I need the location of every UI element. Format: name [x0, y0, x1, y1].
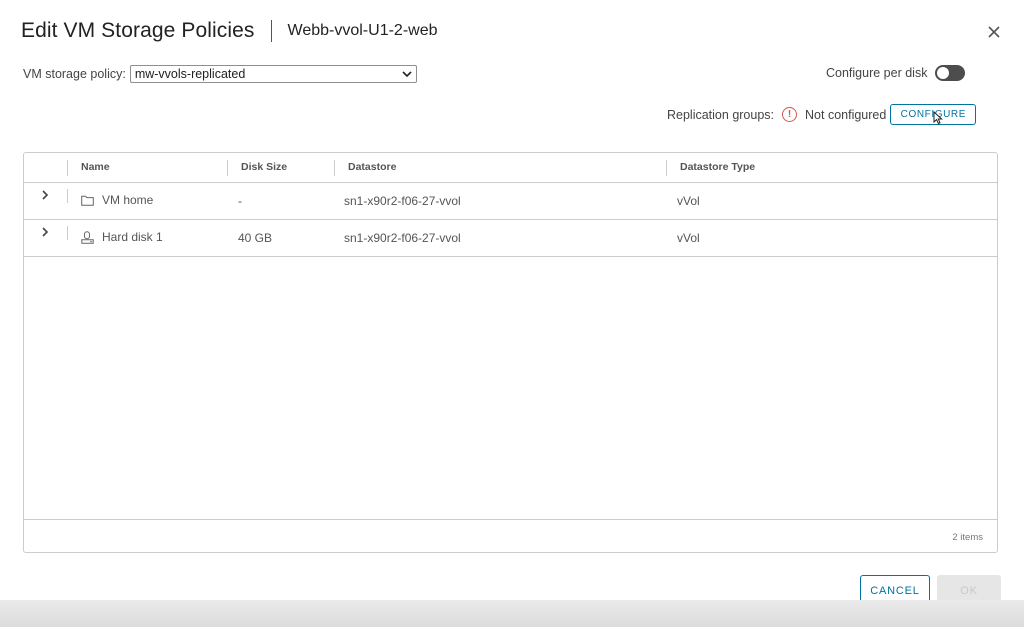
column-header-datastore-type[interactable]: Datastore Type [680, 161, 755, 173]
chevron-right-icon[interactable] [38, 225, 52, 239]
vm-name: Webb-vvol-U1-2-web [287, 22, 438, 39]
column-header-name[interactable]: Name [81, 161, 110, 173]
column-separator [67, 160, 68, 176]
close-button[interactable] [984, 22, 1004, 42]
column-header-disk-size[interactable]: Disk Size [241, 161, 287, 173]
row-disk-size: - [238, 194, 242, 208]
row-separator [67, 226, 68, 240]
storage-policy-select[interactable]: mw-vvols-replicated [129, 65, 417, 83]
items-count: 2 items [952, 532, 983, 543]
column-separator[interactable] [666, 160, 667, 176]
replication-status: Not configured [805, 107, 887, 122]
configure-button[interactable]: CONFIGURE [890, 104, 977, 125]
dialog-header: Edit VM Storage Policies Webb-vvol-U1-2-… [21, 16, 438, 46]
folder-icon [81, 195, 94, 206]
close-icon [988, 26, 1000, 38]
table-row: VM home - sn1-x90r2-f06-27-vvol vVol [24, 183, 997, 220]
row-name: Hard disk 1 [102, 230, 163, 244]
configure-per-disk-label: Configure per disk [826, 66, 928, 80]
disks-datagrid: Name Disk Size Datastore Datastore Type … [23, 152, 998, 553]
column-separator[interactable] [334, 160, 335, 176]
replication-groups-label: Replication groups: [667, 107, 775, 122]
chevron-right-icon[interactable] [38, 188, 52, 202]
storage-policy-row: VM storage policy: mw-vvols-replicated [23, 65, 417, 83]
configure-per-disk-row: Configure per disk [826, 65, 966, 81]
mouse-cursor-icon [933, 111, 944, 125]
window-bottom-edge [0, 600, 1024, 627]
edit-vm-storage-policies-dialog: Edit VM Storage Policies Webb-vvol-U1-2-… [0, 0, 1024, 606]
row-datastore-type: vVol [677, 231, 700, 245]
row-name: VM home [102, 193, 154, 207]
row-datastore: sn1-x90r2-f06-27-vvol [344, 231, 461, 245]
toggle-knob [937, 67, 950, 79]
row-name-cell: Hard disk 1 [81, 230, 163, 244]
column-header-datastore[interactable]: Datastore [348, 161, 396, 173]
ok-button-label: OK [960, 584, 978, 597]
cancel-button-label: CANCEL [870, 584, 920, 597]
chevron-down-icon [402, 70, 412, 77]
datagrid-header: Name Disk Size Datastore Datastore Type [24, 153, 997, 183]
row-datastore-type: vVol [677, 194, 700, 208]
table-row: Hard disk 1 40 GB sn1-x90r2-f06-27-vvol … [24, 220, 997, 257]
datagrid-footer: 2 items [24, 519, 997, 553]
storage-policy-label: VM storage policy: [23, 67, 126, 81]
title-divider [270, 20, 272, 42]
row-name-cell: VM home [81, 193, 153, 207]
column-separator[interactable] [227, 160, 228, 176]
dialog-title: Edit VM Storage Policies [21, 19, 255, 42]
storage-policy-value: mw-vvols-replicated [134, 67, 246, 81]
row-disk-size: 40 GB [238, 231, 273, 245]
replication-groups-row: Replication groups: ! Not configured CON… [667, 104, 977, 125]
configure-per-disk-toggle[interactable] [935, 65, 966, 81]
hard-disk-icon [81, 230, 94, 244]
row-datastore: sn1-x90r2-f06-27-vvol [344, 194, 461, 208]
row-separator [67, 189, 68, 203]
warning-icon: ! [782, 107, 798, 122]
